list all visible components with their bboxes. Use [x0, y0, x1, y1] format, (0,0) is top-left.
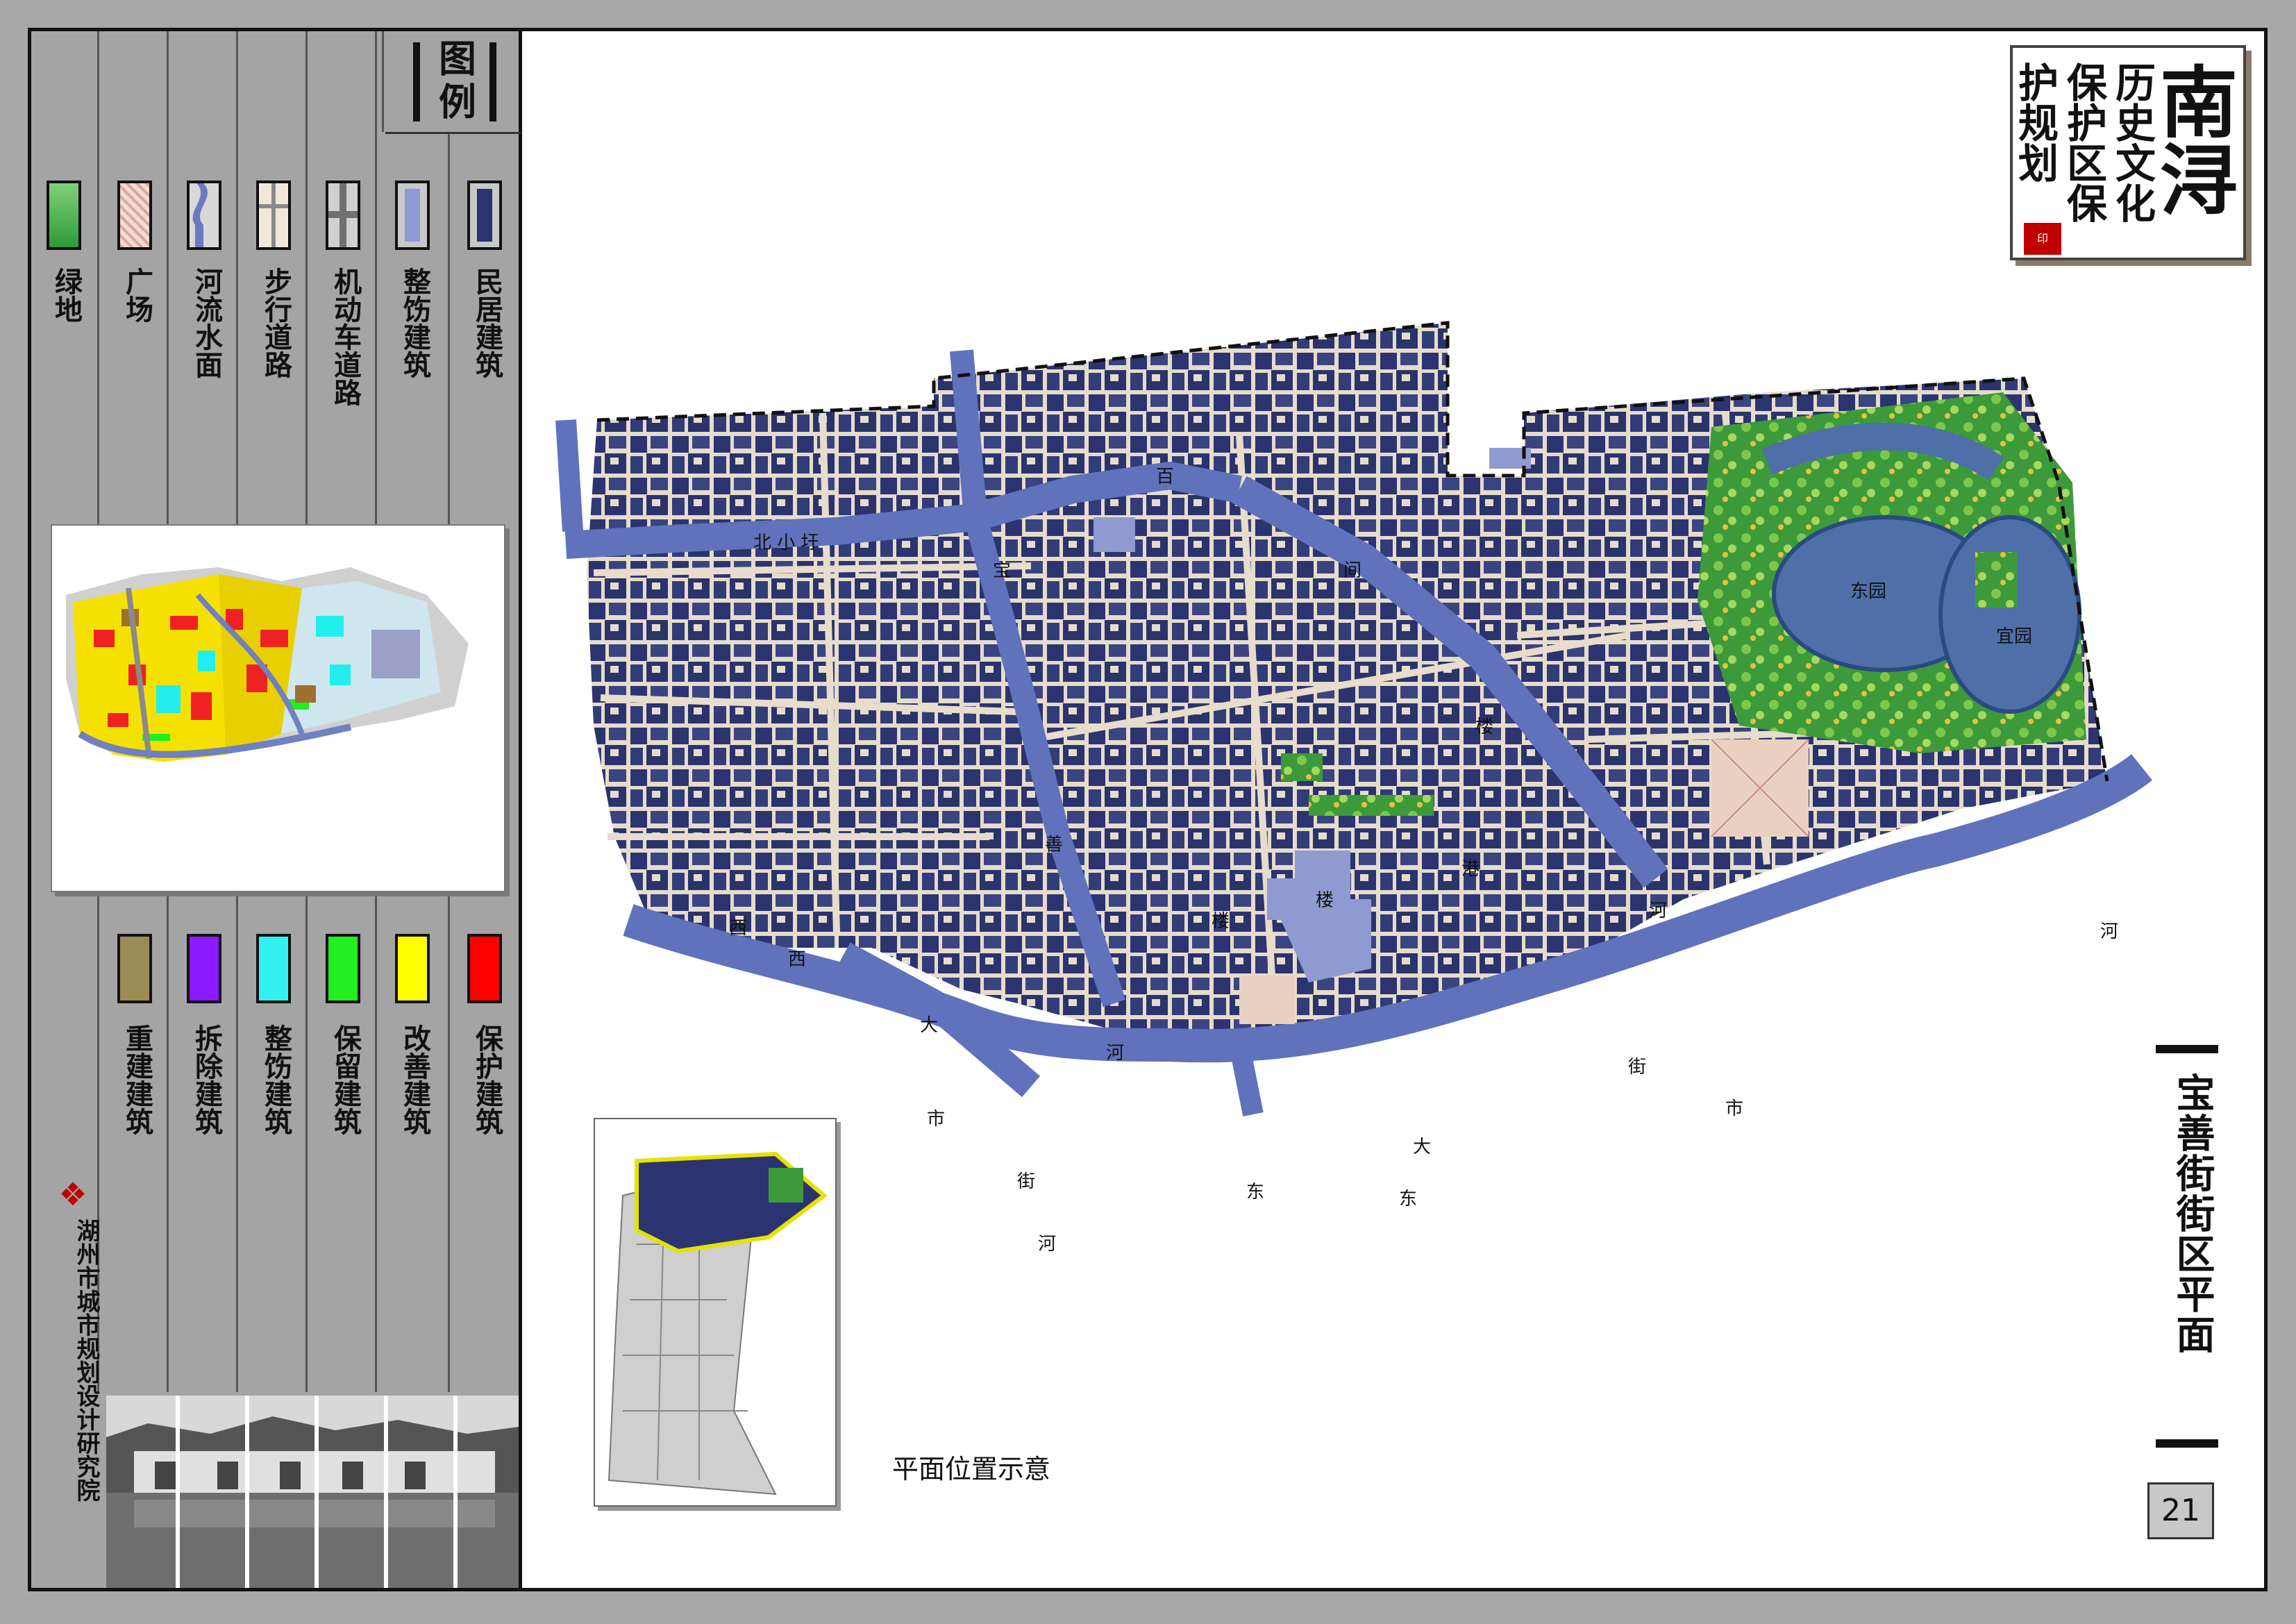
renovated-building-swatch	[395, 181, 430, 250]
legend-title-text: 图例	[432, 39, 477, 125]
label-jie-1: 街	[1017, 1171, 1035, 1192]
seal-stamp-icon: 印	[2024, 223, 2061, 255]
label-lou-2: 楼	[1212, 911, 1230, 932]
label-he-1: 河	[1038, 1234, 1056, 1255]
retain-building-swatch	[326, 934, 360, 1003]
label-yiyuan: 宜园	[1996, 626, 2032, 647]
legend-label-rebuild: 重建建筑	[121, 1024, 153, 1135]
classification-thumbnail-map	[51, 524, 505, 892]
label-jie-2: 街	[1628, 1057, 1646, 1078]
plaza-swatch	[117, 181, 152, 250]
project-title-block: 南浔 历史文化 保护区保 护规划 印	[2010, 45, 2246, 260]
location-caption: 平面位置示意	[892, 1454, 1051, 1484]
label-bao: 宝	[993, 560, 1011, 581]
legend-label-plaza: 广场	[121, 267, 153, 323]
project-title-col-1: 历史文化	[2109, 62, 2156, 223]
legend-label-road: 机动车道路	[329, 267, 361, 406]
label-xi-1: 西	[729, 918, 747, 939]
legend-panel: 图例 绿地 广场 河流水面 步行道路 机动车道路 整饬建筑 民居建筑 重建建筑 …	[31, 31, 522, 1588]
rebuild-building-swatch	[117, 934, 152, 1003]
label-gang: 港	[1461, 859, 1480, 880]
institute-name: 湖州市城市规划设计研究院	[72, 1219, 100, 1502]
canal-photo	[106, 1396, 519, 1588]
legend-label-river: 河流水面	[190, 267, 222, 378]
legend-label-residential: 民居建筑	[471, 267, 503, 378]
project-title-main: 南浔	[2147, 62, 2238, 217]
legend-label-demolish: 拆除建筑	[190, 1024, 222, 1135]
location-inset-map	[594, 1118, 837, 1507]
sheet-title: 宝善街街区平面	[2170, 1073, 2215, 1355]
label-dong-1: 东	[1246, 1182, 1264, 1203]
label-he-3: 河	[1649, 901, 1667, 921]
sheet-title-block: 宝善街街区平面	[2145, 1045, 2229, 1448]
label-beixiaoyu: 北 小 圩	[753, 533, 819, 553]
legend-label-renovate: 整饬建筑	[260, 1024, 292, 1135]
demolish-building-swatch	[187, 934, 221, 1003]
label-jian: 间	[1343, 560, 1361, 581]
label-xi-2: 西	[788, 949, 806, 970]
renovate-building-swatch	[256, 934, 291, 1003]
label-da-2: 大	[1413, 1137, 1431, 1157]
walkway-swatch	[256, 181, 291, 250]
label-shi-2: 市	[1725, 1098, 1743, 1119]
label-dong-2: 东	[1399, 1189, 1417, 1209]
label-shan: 善	[1045, 835, 1063, 855]
label-lou: 楼	[1475, 717, 1493, 737]
legend-label-green: 绿地	[50, 267, 82, 323]
drawing-sheet: 图例 绿地 广场 河流水面 步行道路 机动车道路 整饬建筑 民居建筑 重建建筑 …	[28, 28, 2268, 1591]
project-title-col-3: 护规划	[2011, 62, 2059, 183]
label-he-2: 河	[1106, 1043, 1124, 1064]
page-number: 21	[2147, 1482, 2214, 1539]
protect-building-swatch	[467, 934, 502, 1003]
river-swatch	[187, 181, 221, 250]
legend-label-improve: 改善建筑	[399, 1024, 430, 1135]
legend-label-walkway: 步行道路	[260, 267, 292, 378]
legend-label-renovated: 整饬建筑	[399, 267, 430, 378]
label-bai: 百	[1156, 467, 1174, 487]
legend-label-protect: 保护建筑	[471, 1024, 503, 1135]
improve-building-swatch	[395, 934, 430, 1003]
institute-logo-icon: ❖	[58, 1175, 87, 1213]
green-space-swatch	[47, 181, 81, 250]
label-lou-3: 楼	[1316, 890, 1334, 911]
project-title-col-2: 保护区保	[2060, 62, 2107, 223]
legend-title: 图例	[392, 37, 517, 127]
label-he-4: 河	[2100, 921, 2118, 942]
label-dongyuan: 东园	[1850, 581, 1886, 602]
legend-label-retain: 保留建筑	[329, 1024, 361, 1135]
label-shi-1: 市	[927, 1109, 945, 1130]
road-swatch	[326, 181, 360, 250]
label-da-1: 大	[920, 1015, 938, 1036]
residential-building-swatch	[467, 181, 502, 250]
